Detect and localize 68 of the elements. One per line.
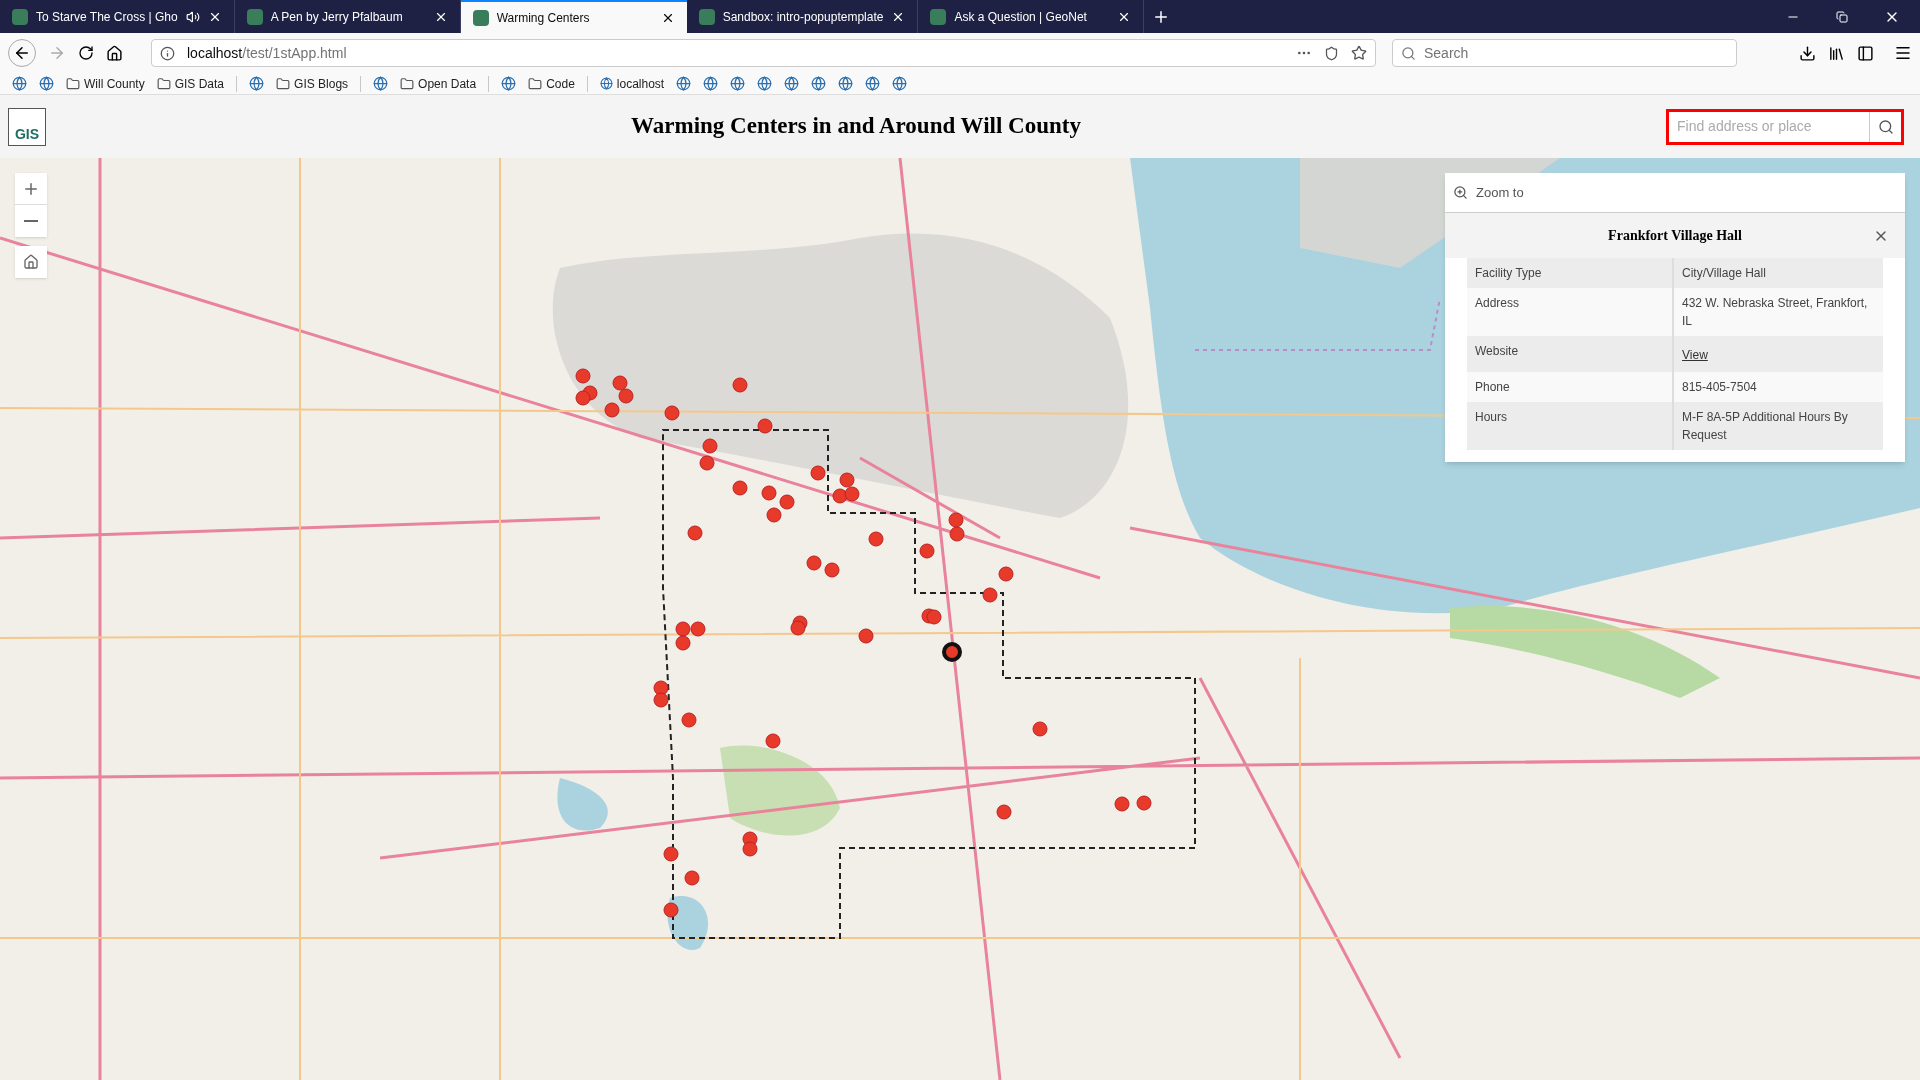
- bookmark-folder[interactable]: Open Data: [396, 73, 481, 94]
- search-icon: [1401, 45, 1416, 61]
- search-placeholder: Search: [1424, 43, 1469, 63]
- tab-title: A Pen by Jerry Pfalbaum: [270, 8, 404, 26]
- bookmark-globe-icon[interactable]: [501, 76, 517, 91]
- bookmark-globe-icon[interactable]: [784, 76, 800, 91]
- speaker-icon[interactable]: [185, 9, 200, 24]
- bookmark-globe-icon[interactable]: [12, 76, 27, 91]
- address-bar[interactable]: localhost/test/1stApp.html: [151, 39, 1376, 67]
- download-icon[interactable]: [1799, 44, 1816, 62]
- browser-tab[interactable]: Ask a Question | GeoNet: [918, 0, 1145, 33]
- browser-tab[interactable]: A Pen by Jerry Pfalbaum: [234, 0, 461, 33]
- bookmark-folder[interactable]: Code: [524, 73, 579, 94]
- shield-icon[interactable]: [1324, 45, 1339, 61]
- bookmark-globe-icon[interactable]: [730, 76, 746, 91]
- folder-icon: [156, 76, 171, 91]
- tab-title: Ask a Question | GeoNet: [954, 8, 1088, 26]
- zoom-to-link[interactable]: Zoom to: [1476, 182, 1524, 203]
- restore-icon[interactable]: [1836, 10, 1848, 23]
- bookmark-globe-icon[interactable]: [892, 76, 908, 91]
- sidebar-icon[interactable]: [1857, 44, 1874, 62]
- tab-title: To Starve The Cross | Gho: [36, 8, 178, 26]
- bookmark-folder[interactable]: GIS Blogs: [272, 73, 353, 94]
- zoom-to-icon[interactable]: [1453, 185, 1468, 200]
- page-title: Warming Centers in and Around Will County: [630, 112, 1082, 141]
- field-value: City/Village Hall: [1681, 265, 1767, 282]
- menu-icon[interactable]: [1894, 44, 1912, 62]
- field-value: M-F 8A-5P Additional Hours By Request: [1681, 409, 1849, 444]
- bookmark-star-icon[interactable]: [1351, 45, 1367, 61]
- reload-icon[interactable]: [78, 45, 94, 61]
- bookmark-globe-icon[interactable]: [811, 76, 827, 91]
- info-icon[interactable]: [160, 45, 175, 61]
- popup-title: Frankfort Village Hall: [1608, 227, 1742, 245]
- bookmark-globe-icon[interactable]: [703, 76, 719, 91]
- tab-title: Warming Centers: [496, 9, 591, 27]
- folder-icon: [66, 76, 80, 91]
- search-placeholder: Find address or place: [1676, 117, 1813, 136]
- website-link[interactable]: View: [1682, 348, 1708, 362]
- folder-icon: [400, 76, 415, 91]
- bookmark-globe-icon[interactable]: [838, 76, 854, 91]
- search-field[interactable]: Search: [1392, 39, 1737, 67]
- bookmark-globe-icon[interactable]: [39, 76, 54, 91]
- bookmark-globe-icon[interactable]: [757, 76, 773, 91]
- search-icon: [1877, 118, 1894, 135]
- library-icon[interactable]: [1828, 44, 1845, 62]
- globe-icon: [599, 77, 613, 90]
- bookmark-globe-icon[interactable]: [249, 76, 265, 91]
- bookmark-folder[interactable]: GIS Data: [152, 73, 229, 94]
- bookmark-globe-icon[interactable]: [865, 76, 881, 91]
- bookmark-folder[interactable]: Will County: [62, 73, 149, 94]
- browser-tab[interactable]: To Starve The Cross | Gho: [0, 0, 235, 33]
- browser-tab[interactable]: Sandbox: intro-popuptemplate: [686, 0, 919, 33]
- field-value: 815-405-7504: [1681, 379, 1758, 396]
- home-icon[interactable]: [106, 44, 123, 62]
- folder-icon: [276, 76, 291, 91]
- bookmark-globe-icon[interactable]: [676, 76, 692, 91]
- field-value: 432 W. Nebraska Street, Frankfort, IL: [1681, 295, 1869, 330]
- url-text: localhost/test/1stApp.html: [187, 43, 348, 63]
- logo: GIS: [8, 107, 46, 146]
- folder-icon: [528, 76, 543, 91]
- field-label: Hours: [1467, 402, 1674, 450]
- home-button[interactable]: [15, 246, 47, 278]
- tab-title: Sandbox: intro-popuptemplate: [722, 8, 884, 26]
- minus-icon: [24, 220, 38, 222]
- bookmark-globe-icon[interactable]: [373, 76, 389, 91]
- home-icon: [23, 254, 39, 270]
- browser-tab[interactable]: Warming Centers: [460, 0, 687, 33]
- bookmark-link[interactable]: localhost: [595, 73, 669, 94]
